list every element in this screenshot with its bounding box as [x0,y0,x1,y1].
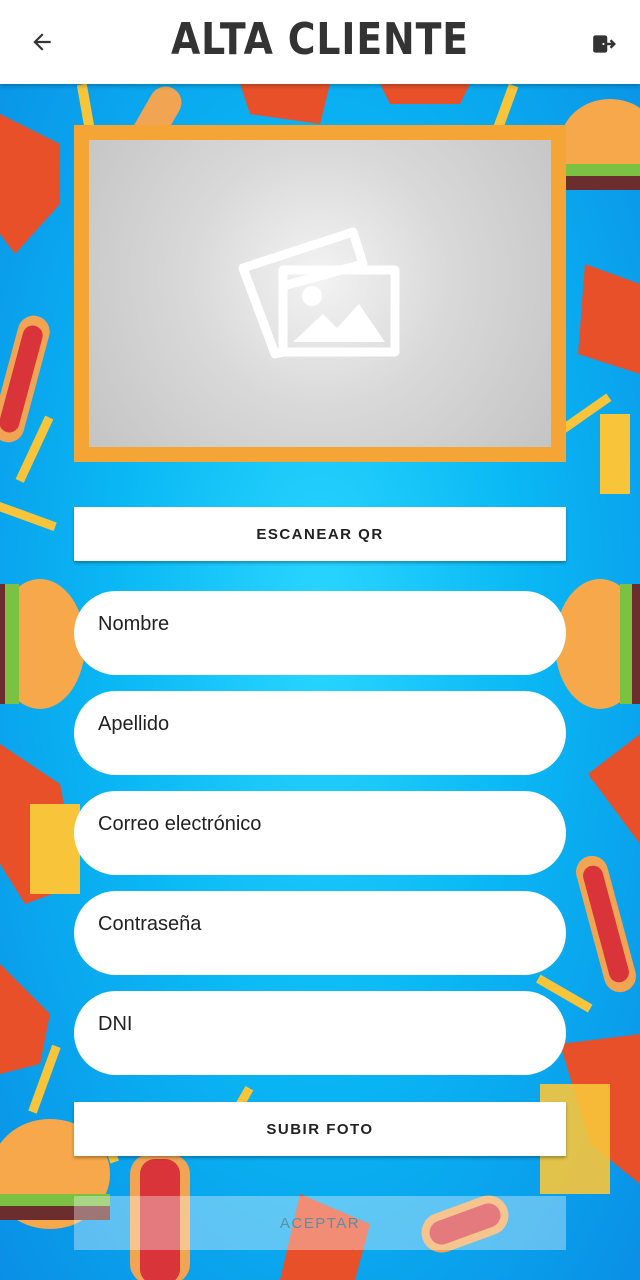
dni-field[interactable] [74,991,566,1075]
name-field[interactable] [74,591,566,675]
surname-input[interactable] [98,713,542,736]
dni-input[interactable] [98,1013,542,1036]
upload-photo-button[interactable]: SUBIR FOTO [74,1102,566,1156]
app-bar: ALTA CLIENTE [0,0,640,84]
logout-button[interactable] [584,24,624,64]
name-input[interactable] [98,613,542,636]
email-field[interactable] [74,791,566,875]
page-title: ALTA CLIENTE [171,14,469,65]
email-input[interactable] [98,813,542,836]
password-input[interactable] [98,913,542,936]
photo-preview [89,140,551,447]
password-field[interactable] [74,891,566,975]
logout-icon [593,35,616,53]
image-placeholder-icon [238,227,400,358]
surname-field[interactable] [74,691,566,775]
photo-preview-frame [74,125,566,462]
scan-qr-button[interactable]: ESCANEAR QR [74,507,566,561]
accept-button[interactable]: ACEPTAR [74,1196,566,1250]
